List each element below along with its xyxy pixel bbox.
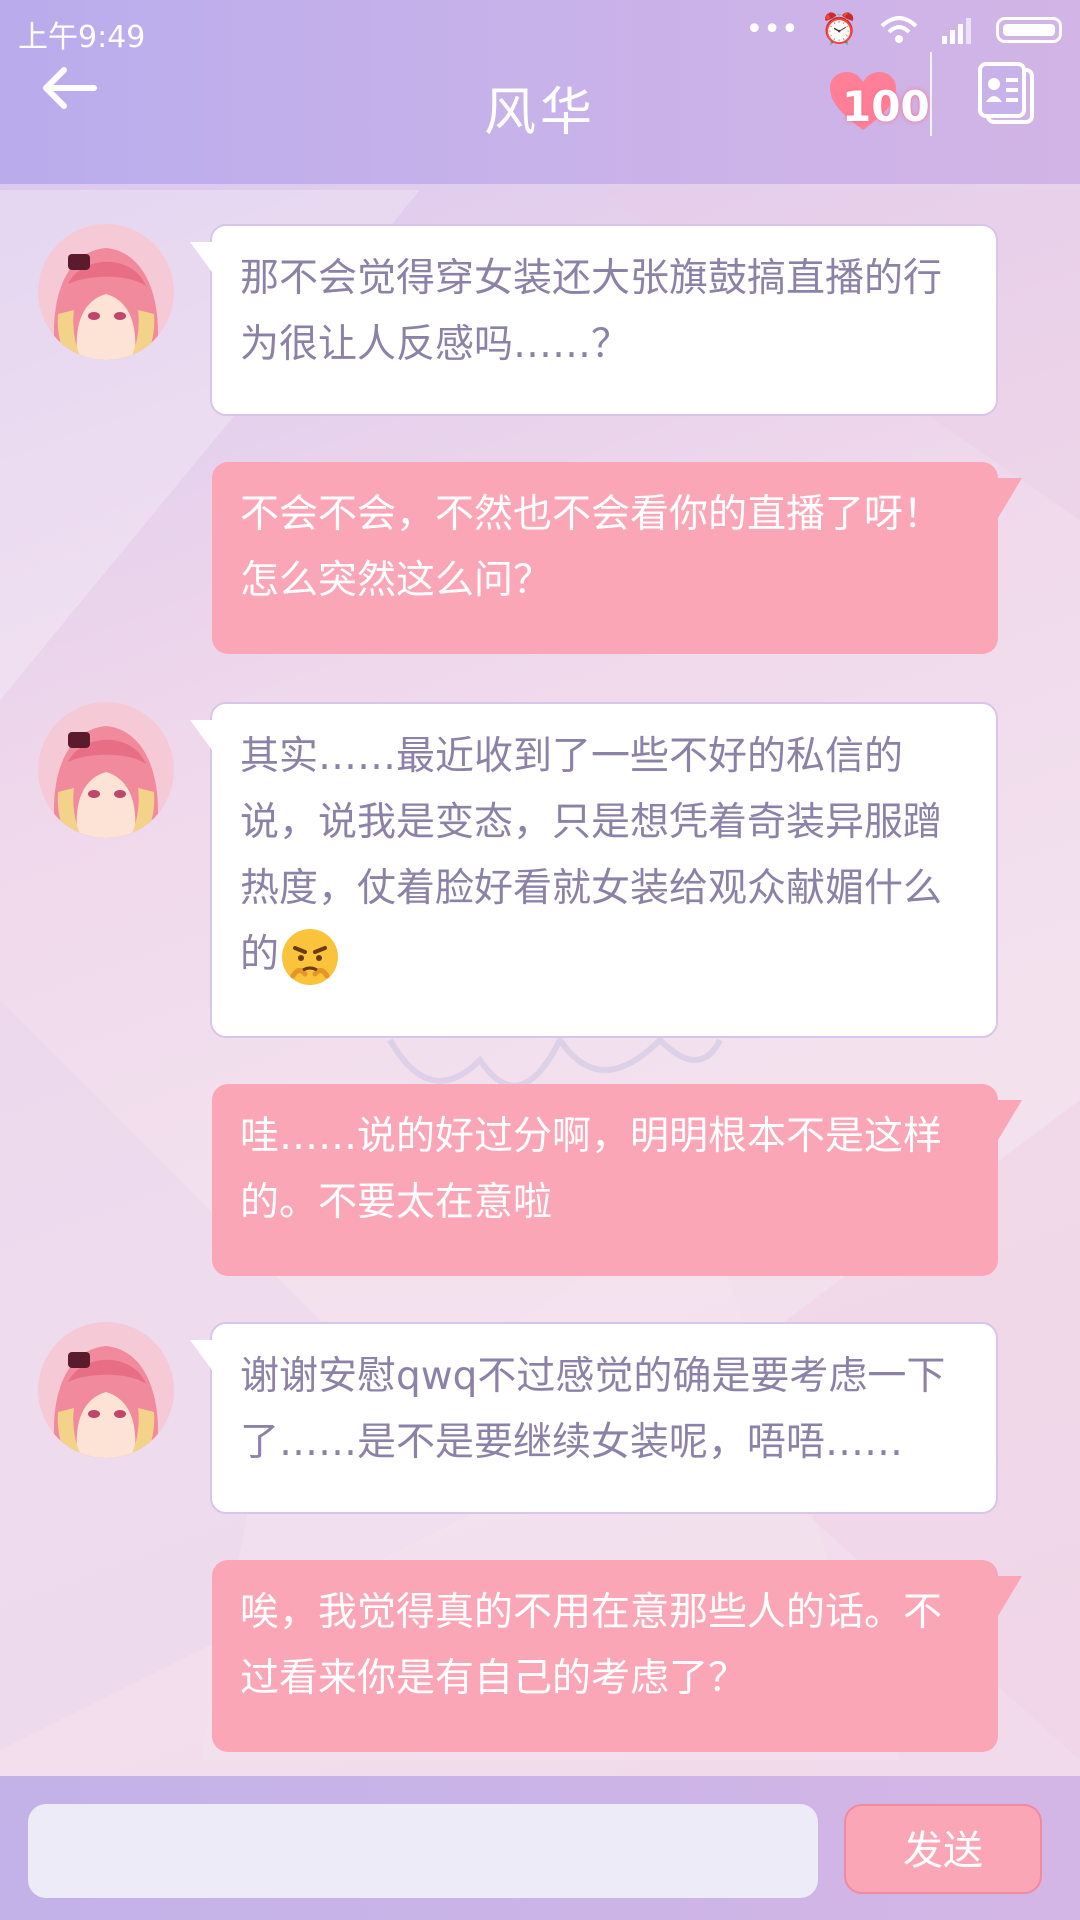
status-time: 上午9:49 [18, 20, 146, 55]
contact-card-icon[interactable] [978, 62, 1036, 126]
message-bubble-outgoing: 不会不会，不然也不会看你的直播了呀！怎么突然这么问？ [212, 462, 1022, 654]
message-text: 不会不会，不然也不会看你的直播了呀！怎么突然这么问？ [240, 492, 943, 603]
affinity-count: 100 [842, 82, 930, 131]
status-icons: ••• ⏰ [746, 12, 1062, 47]
app-header: 上午9:49 ••• ⏰ 风华 100 [0, 0, 1080, 184]
message-text: 其实……最近收到了一些不好的私信的说，说我是变态，只是想凭着奇装异服蹭热度，仗着… [240, 734, 943, 977]
contact-avatar[interactable] [38, 702, 174, 838]
message-input-bar: 发送 [0, 1776, 1080, 1920]
header-divider [930, 52, 932, 136]
message-input[interactable] [28, 1804, 818, 1898]
contact-avatar[interactable] [38, 224, 174, 360]
message-bubble-outgoing: 唉，我觉得真的不用在意那些人的话。不过看来你是有自己的考虑了？ [212, 1560, 1022, 1752]
message-bubble-incoming: 那不会觉得穿女装还大张旗鼓搞直播的行为很让人反感吗……？ [190, 224, 998, 416]
message-text: 唉，我觉得真的不用在意那些人的话。不过看来你是有自己的考虑了？ [240, 1590, 943, 1701]
contact-avatar[interactable] [38, 1322, 174, 1458]
worried-face-icon [282, 928, 339, 985]
message-bubble-outgoing: 哇……说的好过分啊，明明根本不是这样的。不要太在意啦 [212, 1084, 1022, 1276]
wifi-icon [880, 15, 918, 43]
signal-icon [942, 17, 971, 44]
message-bubble-incoming: 其实……最近收到了一些不好的私信的说，说我是变态，只是想凭着奇装异服蹭热度，仗着… [190, 702, 998, 1038]
message-text: 哇……说的好过分啊，明明根本不是这样的。不要太在意啦 [240, 1114, 943, 1225]
alarm-icon: ⏰ [820, 12, 858, 47]
more-icon: ••• [745, 12, 799, 47]
battery-icon [996, 16, 1062, 43]
message-text: 谢谢安慰qwq不过感觉的确是要考虑一下了……是不是要继续女装呢，唔唔…… [240, 1354, 946, 1465]
affinity-heart: 100 [828, 70, 930, 140]
status-bar: 上午9:49 ••• ⏰ [0, 0, 1080, 62]
message-text: 那不会觉得穿女装还大张旗鼓搞直播的行为很让人反感吗……？ [240, 256, 943, 367]
send-button[interactable]: 发送 [844, 1804, 1042, 1894]
message-bubble-incoming: 谢谢安慰qwq不过感觉的确是要考虑一下了……是不是要继续女装呢，唔唔…… [190, 1322, 998, 1514]
